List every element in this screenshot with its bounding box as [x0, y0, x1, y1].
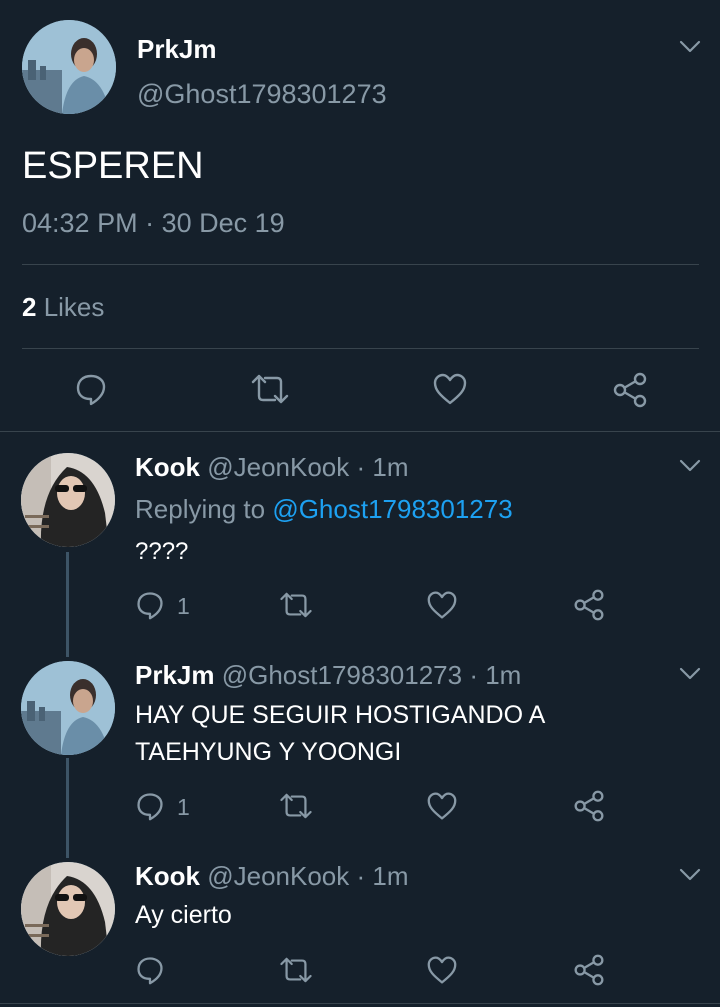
tweet-text: ESPEREN: [22, 145, 204, 187]
divider: [22, 348, 699, 349]
author-name[interactable]: PrkJm: [135, 660, 215, 690]
chevron-down-icon[interactable]: [679, 868, 701, 882]
avatar[interactable]: [21, 661, 115, 755]
separator: ·: [349, 452, 373, 482]
chevron-down-icon[interactable]: [679, 40, 701, 54]
author-handle[interactable]: @JeonKook: [207, 861, 349, 891]
author-name[interactable]: Kook: [135, 452, 200, 482]
tweet-age: 1m: [485, 660, 522, 690]
likes-label: Likes: [36, 292, 105, 322]
author-handle[interactable]: @Ghost1798301273: [137, 79, 387, 110]
timestamp: 04:32 PM · 30 Dec 19: [22, 208, 285, 239]
share-icon[interactable]: [573, 589, 605, 621]
tweet-age: 1m: [372, 861, 409, 891]
reply-icon[interactable]: [135, 590, 165, 620]
chevron-down-icon[interactable]: [679, 459, 701, 473]
author-handle[interactable]: @Ghost1798301273: [222, 660, 462, 690]
reply-icon[interactable]: [135, 791, 165, 821]
reply-header: PrkJm @Ghost1798301273 · 1m: [135, 660, 521, 691]
chevron-down-icon[interactable]: [679, 667, 701, 681]
retweet-icon[interactable]: [278, 590, 314, 620]
replying-to: Replying to @Ghost1798301273: [135, 494, 513, 525]
avatar[interactable]: [22, 20, 116, 114]
divider: [22, 264, 699, 265]
divider: [0, 1003, 720, 1004]
separator: ·: [349, 861, 373, 891]
reply-header: Kook @JeonKook · 1m: [135, 861, 409, 892]
heart-icon[interactable]: [432, 372, 468, 406]
retweet-icon[interactable]: [278, 791, 314, 821]
tweet-text: Ay cierto: [135, 901, 232, 929]
tweet-text: TAEHYUNG Y YOONGI: [135, 738, 402, 766]
reply-icon[interactable]: [135, 955, 165, 985]
tweet-text: HAY QUE SEGUIR HOSTIGANDO A: [135, 701, 546, 729]
share-icon[interactable]: [573, 790, 605, 822]
share-icon[interactable]: [612, 372, 648, 408]
heart-icon[interactable]: [426, 590, 458, 620]
tweet-text: ????: [135, 538, 189, 565]
reply-count: 1: [177, 794, 190, 820]
retweet-icon[interactable]: [278, 955, 314, 985]
separator: ·: [462, 660, 486, 690]
author-name[interactable]: Kook: [135, 861, 200, 891]
avatar[interactable]: [21, 862, 115, 956]
heart-icon[interactable]: [426, 955, 458, 985]
avatar[interactable]: [21, 453, 115, 547]
divider: [0, 431, 720, 432]
separator: ·: [137, 208, 162, 238]
reply-header: Kook @JeonKook · 1m: [135, 452, 409, 483]
share-icon[interactable]: [573, 954, 605, 986]
retweet-icon[interactable]: [249, 372, 291, 406]
replying-prefix: Replying to: [135, 494, 273, 524]
heart-icon[interactable]: [426, 791, 458, 821]
thread-line: [66, 552, 69, 657]
likes-count: 2: [22, 292, 37, 322]
reply-count: 1: [177, 593, 190, 619]
tweet-date: 30 Dec 19: [161, 208, 285, 238]
author-handle[interactable]: @JeonKook: [207, 452, 349, 482]
reply-icon[interactable]: [74, 372, 108, 406]
thread-line: [66, 758, 69, 858]
tweet-time: 04:32 PM: [22, 208, 138, 238]
tweet-age: 1m: [372, 452, 409, 482]
likes-stat[interactable]: 2 Likes: [22, 292, 104, 323]
author-name[interactable]: PrkJm: [137, 34, 217, 65]
replying-to-link[interactable]: @Ghost1798301273: [272, 494, 512, 524]
